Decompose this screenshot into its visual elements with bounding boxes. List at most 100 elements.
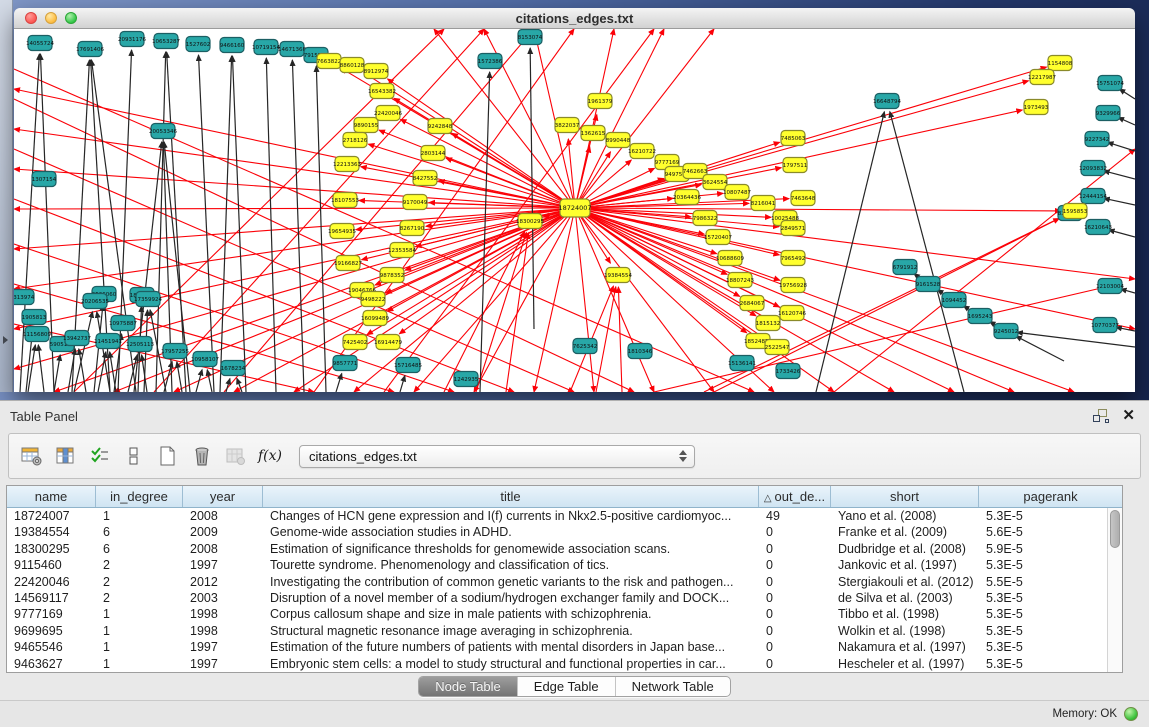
network-node[interactable]: 19166827	[334, 256, 362, 271]
tab-node-table[interactable]: Node Table	[419, 677, 518, 696]
column-header-pagerank[interactable]: pagerank	[979, 486, 1122, 507]
network-node[interactable]: 16120746	[778, 306, 806, 321]
network-node[interactable]: 1733426	[776, 364, 801, 379]
network-node[interactable]: 15720407	[704, 230, 732, 245]
table-row[interactable]: 1456911722003Disruption of a novel membe…	[7, 590, 1107, 606]
network-node[interactable]: 1572386	[478, 54, 503, 69]
network-node[interactable]: 15751074	[1096, 76, 1124, 91]
column-header-title[interactable]: title	[263, 486, 759, 507]
network-node[interactable]: 8860128	[340, 58, 365, 73]
network-node[interactable]: 7425402	[343, 335, 368, 350]
network-node[interactable]: 9890155	[354, 118, 379, 133]
new-table-icon[interactable]	[153, 441, 183, 471]
network-node[interactable]: 3624554	[703, 175, 728, 190]
network-node[interactable]: 9242848	[428, 119, 453, 134]
column-header-out_de[interactable]: △out_de...	[759, 486, 831, 507]
network-node[interactable]: 8216041	[751, 196, 776, 211]
import-table-icon[interactable]	[221, 441, 251, 471]
network-node[interactable]: 1815132	[756, 316, 781, 331]
column-header-in_degree[interactable]: in_degree	[96, 486, 183, 507]
network-node[interactable]: 20053346	[149, 124, 177, 139]
table-row[interactable]: 1830029562008Estimation of significance …	[7, 541, 1107, 557]
network-node[interactable]: 1242935	[454, 372, 479, 387]
table-row[interactable]: 2242004622012Investigating the contribut…	[7, 574, 1107, 590]
tab-network-table[interactable]: Network Table	[616, 677, 730, 696]
network-node[interactable]: 12505113	[126, 337, 154, 352]
table-row[interactable]: 946554611997Estimation of the future num…	[7, 639, 1107, 655]
network-node[interactable]: 7663822	[317, 54, 342, 69]
network-node[interactable]: 1973493	[1024, 100, 1049, 115]
network-node[interactable]: 7965492	[781, 251, 806, 266]
network-node[interactable]: 15136141	[728, 356, 756, 371]
network-node[interactable]: 9466160	[220, 38, 245, 53]
network-node[interactable]: 7463648	[791, 191, 816, 206]
network-node[interactable]: 10719154	[252, 40, 280, 55]
network-node[interactable]: 12093832	[1079, 161, 1107, 176]
scrollbar-thumb[interactable]	[1110, 510, 1120, 548]
table-settings-icon[interactable]	[17, 441, 47, 471]
network-node[interactable]: 1678234	[221, 361, 246, 376]
network-node[interactable]: 10770377	[1091, 318, 1119, 333]
network-node[interactable]: 1307154	[32, 172, 57, 187]
network-node[interactable]: 18107553	[331, 193, 359, 208]
float-panel-icon[interactable]	[1093, 409, 1109, 423]
network-node[interactable]: 1527602	[186, 37, 211, 52]
network-node[interactable]: 6791912	[893, 260, 918, 275]
tab-edge-table[interactable]: Edge Table	[518, 677, 616, 696]
row-options-icon[interactable]	[119, 441, 149, 471]
network-hub-node[interactable]: 18724007	[558, 199, 591, 217]
close-panel-icon[interactable]: ✕	[1122, 406, 1135, 424]
table-row[interactable]: 1938455462009Genome-wide association stu…	[7, 524, 1107, 540]
network-node[interactable]: 8153074	[518, 30, 543, 45]
network-node[interactable]: 17691406	[76, 42, 104, 57]
network-node[interactable]: 8912974	[364, 64, 389, 79]
network-node[interactable]: 20206535	[81, 294, 109, 309]
network-node[interactable]: 14671368	[278, 42, 306, 57]
network-node[interactable]: 16210722	[628, 144, 656, 159]
network-node[interactable]: 3822037	[555, 118, 580, 133]
network-node[interactable]: 15716485	[394, 358, 422, 373]
show-columns-icon[interactable]	[51, 441, 81, 471]
network-node[interactable]: 8427552	[413, 171, 438, 186]
table-row[interactable]: 911546021997Tourette syndrome. Phenomeno…	[7, 557, 1107, 573]
function-builder-icon[interactable]: f(x)	[255, 441, 285, 471]
column-header-short[interactable]: short	[831, 486, 979, 507]
network-node[interactable]: 9161528	[916, 277, 941, 292]
network-node[interactable]: 12213363	[333, 157, 361, 172]
network-node[interactable]: 8990448	[606, 133, 631, 148]
table-row[interactable]: 969969511998Structural magnetic resonanc…	[7, 623, 1107, 639]
network-node[interactable]: 10653287	[152, 34, 180, 49]
network-node[interactable]: 18807243	[726, 273, 754, 288]
column-header-name[interactable]: name	[7, 486, 96, 507]
column-header-year[interactable]: year	[183, 486, 263, 507]
network-node[interactable]: 10807487	[723, 185, 751, 200]
network-node[interactable]: 9313974	[14, 290, 35, 305]
network-node[interactable]: 19384554	[604, 268, 632, 283]
network-node[interactable]: 9227342	[1085, 132, 1110, 147]
delete-table-icon[interactable]	[187, 441, 217, 471]
network-node[interactable]: 9329966	[1096, 106, 1121, 121]
network-node[interactable]: 1961379	[588, 94, 613, 109]
table-vertical-scrollbar[interactable]	[1107, 508, 1122, 672]
network-node[interactable]: 1905813	[22, 310, 47, 325]
network-node[interactable]: 12353584	[388, 243, 416, 258]
network-node[interactable]: 2803144	[421, 146, 446, 161]
network-node[interactable]: 8267190	[400, 221, 425, 236]
network-node[interactable]: 10975887	[109, 316, 137, 331]
network-node[interactable]: 17359924	[134, 292, 162, 307]
network-node[interactable]: 16914479	[374, 335, 402, 350]
network-node[interactable]: 7485063	[781, 131, 806, 146]
network-node[interactable]: 2849571	[781, 221, 806, 236]
network-node[interactable]: 7625342	[573, 339, 598, 354]
network-node[interactable]: 1362615	[581, 126, 606, 141]
network-node[interactable]: 2684067	[740, 296, 765, 311]
network-node[interactable]: 18300295	[516, 214, 544, 229]
network-node[interactable]: 2522547	[765, 340, 790, 355]
network-node[interactable]: 11451941	[94, 334, 122, 349]
network-node[interactable]: 1695243	[968, 309, 993, 324]
network-node[interactable]: 9170049	[403, 195, 428, 210]
select-columns-check-icon[interactable]	[85, 441, 115, 471]
network-node[interactable]: 9857771	[333, 356, 358, 371]
network-node[interactable]: 17957255	[161, 344, 189, 359]
memory-status-indicator-icon[interactable]	[1124, 707, 1138, 721]
